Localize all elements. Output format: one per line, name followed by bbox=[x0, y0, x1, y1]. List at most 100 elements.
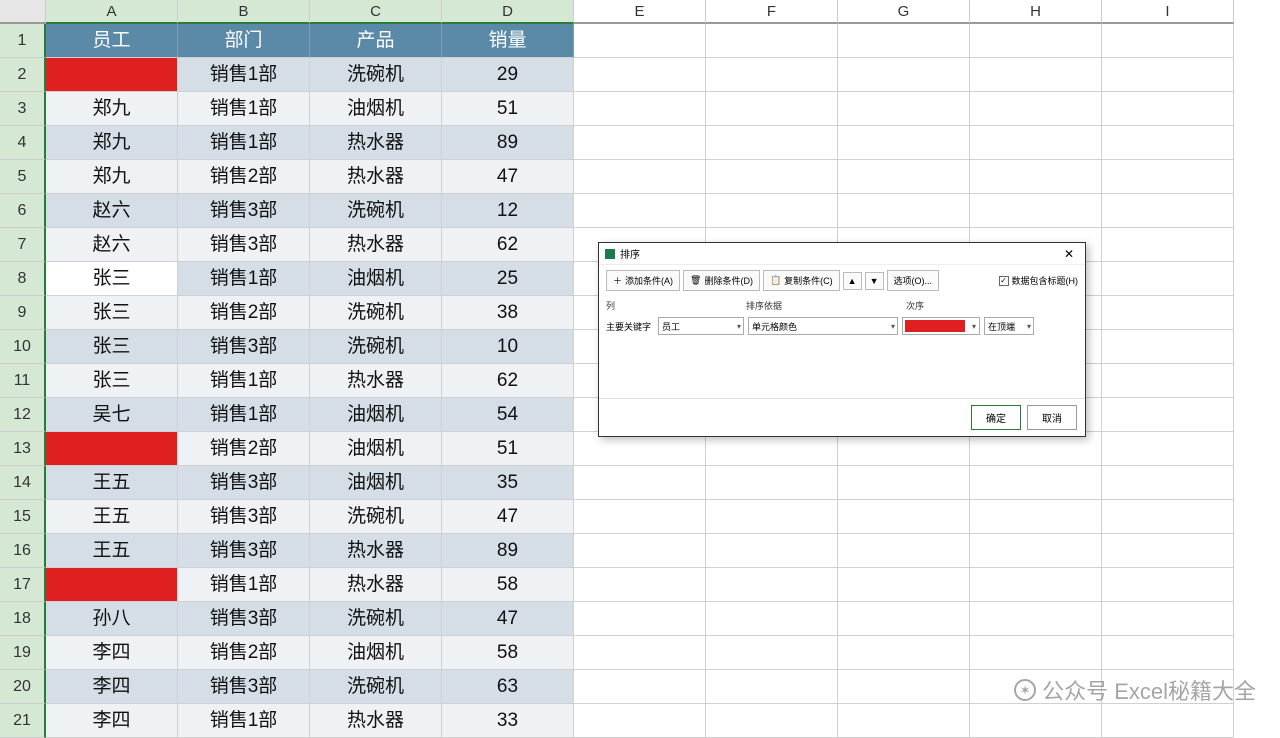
row-head[interactable]: 8 bbox=[0, 262, 46, 296]
data-cell[interactable]: 销售1部 bbox=[178, 58, 310, 92]
empty-cell[interactable] bbox=[706, 160, 838, 194]
empty-cell[interactable] bbox=[838, 670, 970, 704]
data-cell[interactable]: 油烟机 bbox=[310, 398, 442, 432]
empty-cell[interactable] bbox=[1102, 432, 1234, 466]
data-cell[interactable]: 89 bbox=[442, 126, 574, 160]
empty-cell[interactable] bbox=[970, 500, 1102, 534]
data-cell[interactable]: 63 bbox=[442, 670, 574, 704]
row-head[interactable]: 19 bbox=[0, 636, 46, 670]
data-cell[interactable]: 销售3部 bbox=[178, 330, 310, 364]
empty-cell[interactable] bbox=[1102, 126, 1234, 160]
data-cell[interactable]: 销售3部 bbox=[178, 228, 310, 262]
empty-cell[interactable] bbox=[574, 160, 706, 194]
data-cell[interactable]: 李四 bbox=[46, 704, 178, 738]
data-cell[interactable]: 销售3部 bbox=[178, 670, 310, 704]
row-head[interactable]: 20 bbox=[0, 670, 46, 704]
data-cell[interactable]: 王五 bbox=[46, 432, 178, 466]
empty-cell[interactable] bbox=[1102, 58, 1234, 92]
data-cell[interactable]: 47 bbox=[442, 160, 574, 194]
empty-cell[interactable] bbox=[838, 194, 970, 228]
empty-cell[interactable] bbox=[970, 602, 1102, 636]
empty-cell[interactable] bbox=[970, 636, 1102, 670]
empty-cell[interactable] bbox=[1102, 500, 1234, 534]
data-cell[interactable]: 张三 bbox=[46, 262, 178, 296]
data-cell[interactable]: 销售3部 bbox=[178, 194, 310, 228]
empty-cell[interactable] bbox=[574, 602, 706, 636]
data-cell[interactable]: 38 bbox=[442, 296, 574, 330]
empty-cell[interactable] bbox=[1102, 602, 1234, 636]
empty-cell[interactable] bbox=[838, 466, 970, 500]
empty-cell[interactable] bbox=[574, 636, 706, 670]
data-cell[interactable]: 洗碗机 bbox=[310, 58, 442, 92]
data-cell[interactable]: 洗碗机 bbox=[310, 194, 442, 228]
empty-cell[interactable] bbox=[838, 602, 970, 636]
cancel-button[interactable]: 取消 bbox=[1027, 405, 1077, 430]
row-head[interactable]: 21 bbox=[0, 704, 46, 738]
empty-cell[interactable] bbox=[838, 432, 970, 466]
empty-cell[interactable] bbox=[1102, 262, 1234, 296]
empty-cell[interactable] bbox=[1102, 704, 1234, 738]
empty-cell[interactable] bbox=[838, 704, 970, 738]
row-head[interactable]: 12 bbox=[0, 398, 46, 432]
data-cell[interactable]: 李四 bbox=[46, 670, 178, 704]
empty-cell[interactable] bbox=[574, 466, 706, 500]
data-cell[interactable]: 51 bbox=[442, 432, 574, 466]
data-cell[interactable]: 62 bbox=[442, 364, 574, 398]
data-cell[interactable]: 销售3部 bbox=[178, 500, 310, 534]
data-cell[interactable]: 洗碗机 bbox=[310, 602, 442, 636]
empty-cell[interactable] bbox=[970, 432, 1102, 466]
data-cell[interactable]: 郑九 bbox=[46, 126, 178, 160]
empty-cell[interactable] bbox=[1102, 636, 1234, 670]
col-head-D[interactable]: D bbox=[442, 0, 574, 24]
data-cell[interactable]: 销售2部 bbox=[178, 636, 310, 670]
empty-cell[interactable] bbox=[1102, 24, 1234, 58]
data-cell[interactable]: 销售3部 bbox=[178, 466, 310, 500]
empty-cell[interactable] bbox=[706, 500, 838, 534]
empty-cell[interactable] bbox=[838, 92, 970, 126]
data-cell[interactable]: 销售1部 bbox=[178, 262, 310, 296]
data-cell[interactable]: 销售3部 bbox=[178, 534, 310, 568]
data-cell[interactable]: 热水器 bbox=[310, 568, 442, 602]
empty-cell[interactable] bbox=[574, 58, 706, 92]
data-cell[interactable]: 销售1部 bbox=[178, 398, 310, 432]
data-cell[interactable]: 热水器 bbox=[310, 126, 442, 160]
copy-condition-button[interactable]: 📋复制条件(C) bbox=[763, 270, 840, 291]
empty-cell[interactable] bbox=[970, 194, 1102, 228]
col-head-C[interactable]: C bbox=[310, 0, 442, 24]
empty-cell[interactable] bbox=[970, 704, 1102, 738]
data-cell[interactable]: 洗碗机 bbox=[310, 500, 442, 534]
data-cell[interactable]: 洗碗机 bbox=[310, 670, 442, 704]
data-cell[interactable]: 销售2部 bbox=[178, 160, 310, 194]
empty-cell[interactable] bbox=[706, 636, 838, 670]
data-cell[interactable]: 油烟机 bbox=[310, 466, 442, 500]
data-cell[interactable]: 吴七 bbox=[46, 398, 178, 432]
empty-cell[interactable] bbox=[838, 534, 970, 568]
empty-cell[interactable] bbox=[1102, 330, 1234, 364]
data-cell[interactable]: 销售1部 bbox=[178, 704, 310, 738]
data-cell[interactable]: 47 bbox=[442, 500, 574, 534]
row-head[interactable]: 13 bbox=[0, 432, 46, 466]
empty-cell[interactable] bbox=[1102, 398, 1234, 432]
empty-cell[interactable] bbox=[706, 126, 838, 160]
row-head[interactable]: 6 bbox=[0, 194, 46, 228]
data-cell[interactable]: 热水器 bbox=[310, 534, 442, 568]
empty-cell[interactable] bbox=[970, 92, 1102, 126]
col-head-B[interactable]: B bbox=[178, 0, 310, 24]
empty-cell[interactable] bbox=[838, 568, 970, 602]
empty-cell[interactable] bbox=[706, 670, 838, 704]
data-cell[interactable]: 孙八 bbox=[46, 568, 178, 602]
empty-cell[interactable] bbox=[574, 24, 706, 58]
data-cell[interactable]: 油烟机 bbox=[310, 92, 442, 126]
data-cell[interactable]: 51 bbox=[442, 92, 574, 126]
empty-cell[interactable] bbox=[706, 704, 838, 738]
data-cell[interactable]: 热水器 bbox=[310, 228, 442, 262]
row-head[interactable]: 1 bbox=[0, 24, 46, 58]
header-checkbox[interactable]: ✓ 数据包含标题(H) bbox=[999, 274, 1079, 287]
empty-cell[interactable] bbox=[838, 58, 970, 92]
empty-cell[interactable] bbox=[574, 568, 706, 602]
table-header-cell[interactable]: 部门 bbox=[178, 24, 310, 58]
data-cell[interactable]: 47 bbox=[442, 602, 574, 636]
col-head-G[interactable]: G bbox=[838, 0, 970, 24]
data-cell[interactable]: 孙八 bbox=[46, 602, 178, 636]
empty-cell[interactable] bbox=[1102, 228, 1234, 262]
